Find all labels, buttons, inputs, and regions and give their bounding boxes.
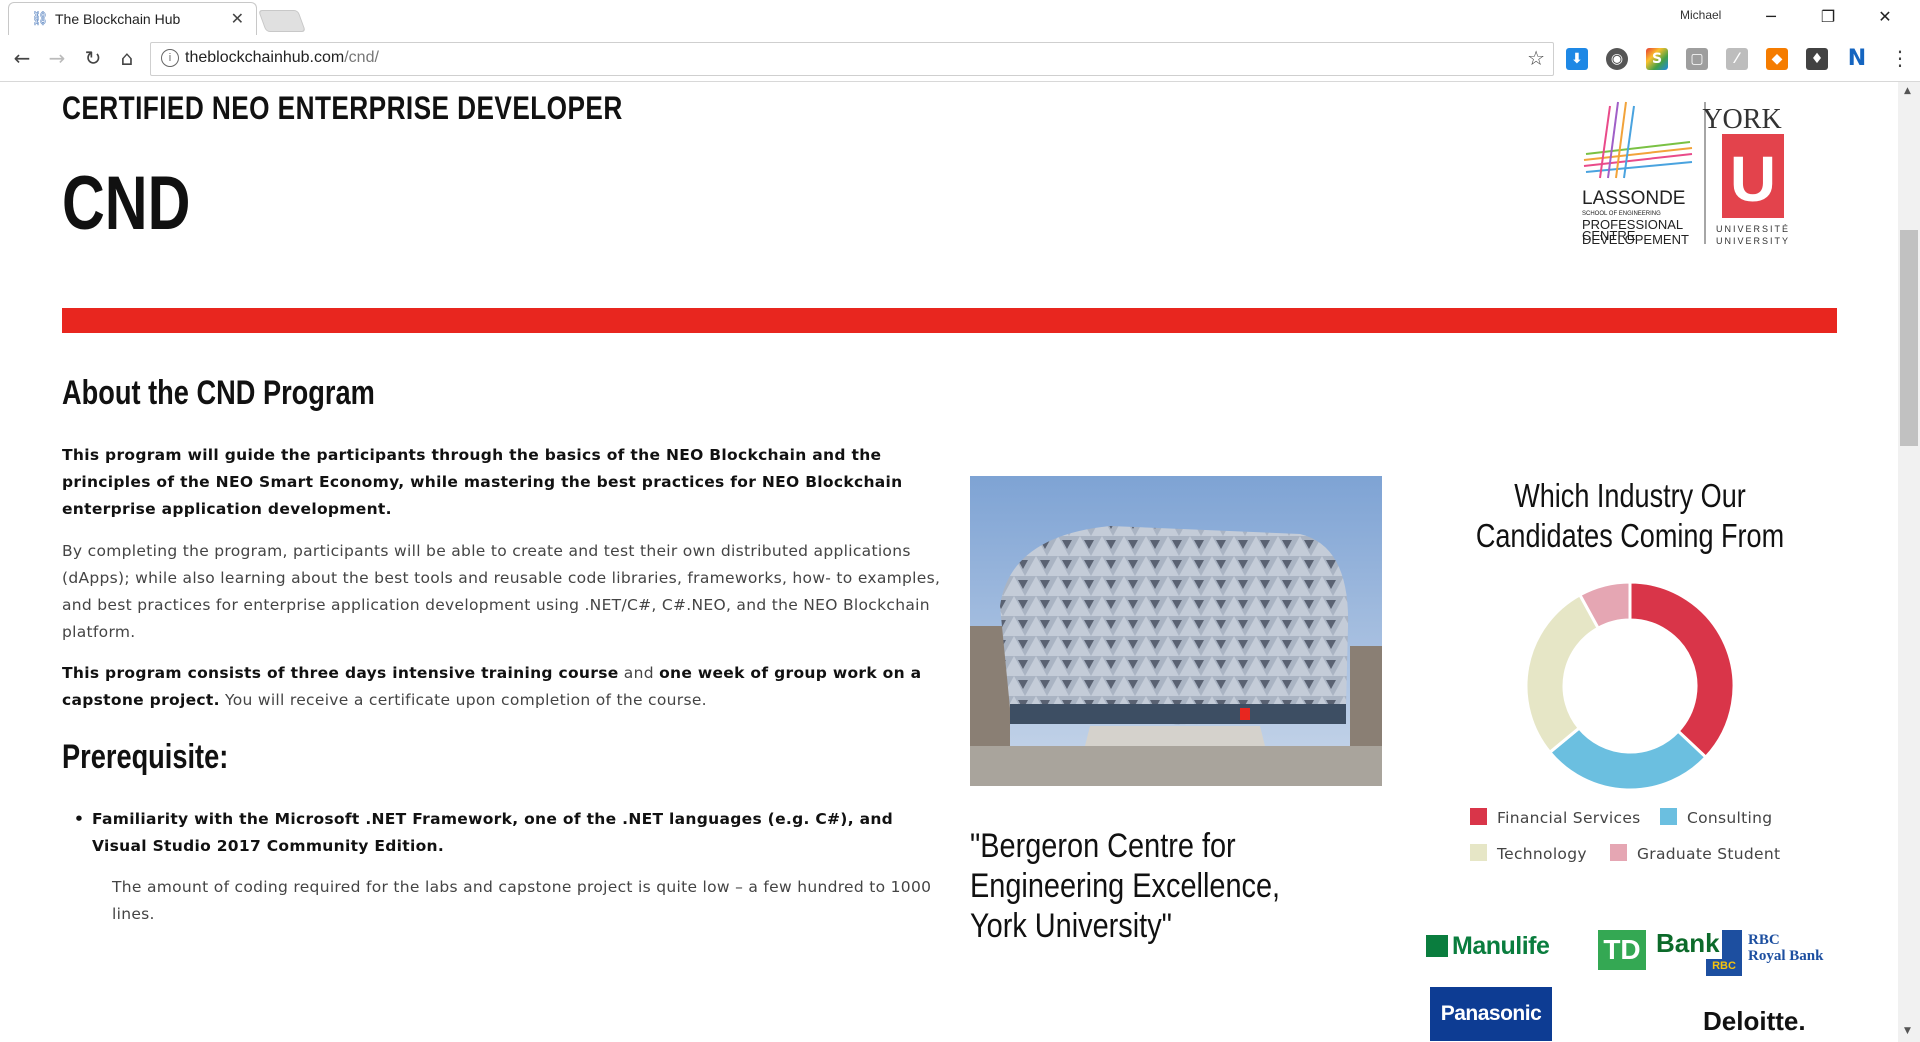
- lassonde-york-logo: LASSONDE SCHOOL OF ENGINEERING PROFESSIO…: [1582, 101, 1790, 246]
- photo-caption: "Bergeron Centre for Engineering Excelle…: [970, 827, 1281, 945]
- restore-icon[interactable]: ❐: [1805, 4, 1851, 30]
- profile-name[interactable]: Michael: [1680, 8, 1721, 22]
- reload-icon[interactable]: ↻: [80, 46, 106, 70]
- red-divider: [62, 308, 1837, 333]
- industry-donut-chart: [1524, 580, 1736, 792]
- td-bank-label: Bank: [1654, 928, 1722, 959]
- browser-menu-icon[interactable]: ⋮: [1890, 46, 1910, 70]
- grey-extension-icon[interactable]: ▢: [1686, 48, 1708, 70]
- site-info-icon[interactable]: i: [161, 49, 179, 67]
- prerequisite-note: The amount of coding required for the la…: [112, 878, 932, 923]
- back-icon[interactable]: ←: [9, 46, 35, 70]
- manulife-name: Manulife: [1452, 932, 1550, 960]
- globe-extension-icon[interactable]: ◉: [1606, 48, 1628, 70]
- about-paragraph-2: By completing the program, participants …: [62, 542, 941, 641]
- about-paragraph-1: This program will guide the participants…: [62, 442, 942, 523]
- page-scrollbar[interactable]: ▲ ▼: [1898, 82, 1920, 1042]
- new-tab-button[interactable]: [257, 10, 307, 32]
- legend-item-1[interactable]: Consulting: [1660, 808, 1772, 827]
- tab-close-icon[interactable]: ✕: [231, 9, 244, 28]
- site-favicon-icon: ⛓: [31, 11, 49, 27]
- n-extension-icon[interactable]: N: [1846, 48, 1868, 70]
- td-mark-icon: TD: [1598, 930, 1646, 970]
- about-paragraph-3: This program consists of three days inte…: [62, 660, 942, 714]
- lock-extension-icon[interactable]: ♦: [1806, 48, 1828, 70]
- deloitte-logo: Deloitte.: [1703, 1006, 1806, 1036]
- rbc-logo-text: RBC Royal Bank: [1748, 932, 1823, 964]
- donut-slice-2[interactable]: [1524, 592, 1601, 755]
- minimize-icon[interactable]: ─: [1748, 4, 1794, 30]
- logo-centre-line3: CENTRE: [1582, 228, 1636, 243]
- address-bar[interactable]: i theblockchainhub.com/cnd/ ☆: [150, 42, 1554, 76]
- about-p3-mid: and: [618, 664, 660, 682]
- active-tab[interactable]: ⛓ The Blockchain Hub ✕: [8, 2, 257, 35]
- home-icon[interactable]: ⌂: [114, 46, 140, 70]
- prerequisite-item: Familiarity with the Microsoft .NET Fram…: [74, 806, 942, 860]
- scroll-down-icon[interactable]: ▼: [1904, 1026, 1911, 1036]
- metamask-extension-icon[interactable]: ◆: [1766, 48, 1788, 70]
- color-extension-icon[interactable]: S: [1646, 48, 1668, 70]
- manulife-mark-icon: [1426, 935, 1448, 957]
- panasonic-logo: Panasonic: [1430, 987, 1552, 1041]
- forward-icon[interactable]: →: [44, 46, 70, 70]
- prerequisite-heading: Prerequisite:: [62, 738, 229, 776]
- browser-toolbar: ← → ↻ ⌂ i theblockchainhub.com/cnd/ ☆ ⬇ …: [0, 36, 1920, 82]
- legend-label: Graduate Student: [1637, 845, 1781, 863]
- program-acronym: CND: [62, 161, 191, 246]
- legend-label: Technology: [1497, 845, 1587, 863]
- tab-title: The Blockchain Hub: [55, 11, 181, 27]
- tab-strip: ⛓ The Blockchain Hub ✕ Michael ─ ❐ ✕: [0, 0, 1920, 37]
- legend-item-0[interactable]: Financial Services: [1470, 808, 1641, 827]
- logo-school-name: LASSONDE: [1582, 188, 1685, 209]
- scroll-up-icon[interactable]: ▲: [1904, 86, 1911, 96]
- about-p1-text: This program will guide the participants…: [62, 446, 903, 518]
- download-extension-icon[interactable]: ⬇: [1566, 48, 1588, 70]
- window-close-icon[interactable]: ✕: [1862, 4, 1908, 30]
- scrollbar-thumb[interactable]: [1900, 230, 1918, 446]
- about-heading: About the CND Program: [62, 374, 375, 412]
- logo-u-mark: U: [1730, 143, 1776, 215]
- about-p3-bold1: This program consists of three days inte…: [62, 664, 619, 682]
- logo-university: UNIVERSITY: [1716, 236, 1790, 246]
- url-text[interactable]: theblockchainhub.com/cnd/: [185, 49, 379, 67]
- lassonde-mark-icon: [1583, 101, 1693, 179]
- donut-slice-1[interactable]: [1547, 725, 1708, 792]
- pdf-extension-icon[interactable]: ⁄: [1726, 48, 1748, 70]
- legend-item-2[interactable]: Technology: [1470, 844, 1587, 863]
- legend-item-3[interactable]: Graduate Student: [1610, 844, 1780, 863]
- url-host: theblockchainhub.com: [185, 49, 345, 66]
- url-path: /cnd/: [344, 49, 379, 66]
- rbc-line1: RBC: [1748, 932, 1780, 948]
- donut-slice-0[interactable]: [1628, 580, 1736, 760]
- chart-title: Which Industry Our Candidates Coming Fro…: [1475, 477, 1785, 554]
- legend-swatch: [1660, 808, 1677, 825]
- manulife-logo: Manulife: [1426, 932, 1550, 961]
- bookmark-star-icon[interactable]: ☆: [1527, 46, 1545, 70]
- bergeron-centre-photo: [970, 476, 1382, 786]
- legend-swatch: [1470, 808, 1487, 825]
- logo-york: YORK: [1702, 104, 1781, 135]
- legend-swatch: [1470, 844, 1487, 861]
- logo-universite: UNIVERSITÉ: [1716, 224, 1790, 234]
- page-content: CERTIFIED NEO ENTERPRISE DEVELOPER CND L…: [0, 82, 1898, 1042]
- about-p3-tail: You will receive a certificate upon comp…: [219, 691, 707, 709]
- legend-label: Financial Services: [1497, 809, 1641, 827]
- rbc-line2: Royal Bank: [1748, 948, 1824, 964]
- legend-swatch: [1610, 844, 1627, 861]
- program-subtitle: CERTIFIED NEO ENTERPRISE DEVELOPER: [62, 90, 623, 126]
- legend-label: Consulting: [1687, 809, 1773, 827]
